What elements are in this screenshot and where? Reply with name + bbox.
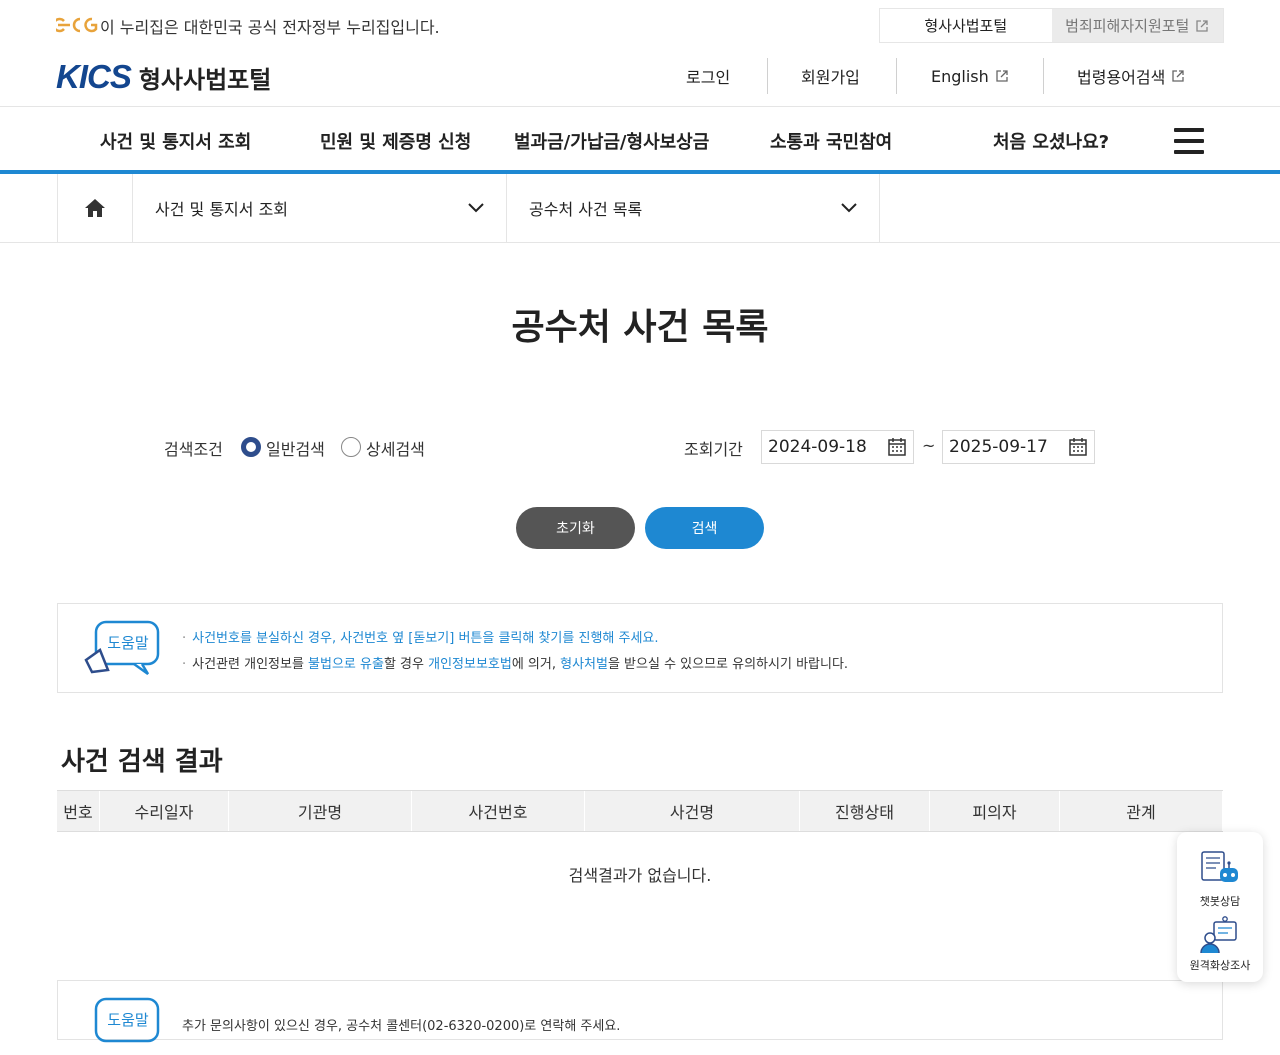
- results-title: 사건 검색 결과: [61, 747, 223, 777]
- help-box: 도움말 · 사건번호를 분실하신 경우, 사건번호 옆 [돋보기] 버튼을 클릭해…: [57, 603, 1223, 693]
- search-button[interactable]: 검색: [645, 507, 764, 549]
- help-badge-text: 도움말: [107, 634, 149, 652]
- gov-banner-text: 이 누리집은 대한민국 공식 전자정부 누리집입니다.: [100, 18, 440, 37]
- help-line-2-highlight: 형사처벌: [560, 657, 608, 672]
- external-link-icon: [1172, 70, 1184, 82]
- date-from-value: 2024-09-18: [768, 437, 867, 457]
- empty-results-message: 검색결과가 없습니다.: [568, 866, 712, 885]
- date-to-field[interactable]: 2025-09-17: [942, 430, 1095, 464]
- calendar-icon[interactable]: [887, 437, 907, 457]
- date-range-tilde: ~: [922, 436, 936, 455]
- results-table-header: 번호 수리일자 기관명 사건번호 사건명 진행상태 피의자 관계: [57, 790, 1223, 832]
- home-button[interactable]: [57, 174, 133, 242]
- external-link-icon: [1196, 19, 1208, 32]
- gnb-civil-petition[interactable]: 민원 및 제증명 신청: [320, 128, 471, 154]
- signup-link[interactable]: 회원가입: [801, 58, 860, 94]
- header-divider: [0, 106, 1280, 107]
- help-line-2-part: 사건관련 개인정보를: [192, 657, 309, 672]
- help-line-2-part: 할 경우: [383, 657, 429, 672]
- login-link[interactable]: 로그인: [686, 58, 730, 94]
- english-link[interactable]: English: [931, 58, 1009, 94]
- help-line-2: · 사건관련 개인정보를 불법으로 유출할 경우 개인정보보호법에 의거, 형사처…: [182, 657, 849, 672]
- floating-quick-menu: 챗봇상담 원격화상조사: [1177, 832, 1263, 982]
- english-label: English: [931, 66, 989, 86]
- page-title: 공수처 사건 목록: [511, 307, 769, 348]
- help-line-2-highlight: 개인정보보호법: [428, 657, 512, 672]
- glossary-label: 법령용어검색: [1077, 68, 1166, 87]
- login-label: 로그인: [686, 68, 731, 87]
- column-header: 번호: [57, 791, 100, 831]
- gnb-communication[interactable]: 소통과 국민참여: [770, 128, 892, 154]
- help-line-1: · 사건번호를 분실하신 경우, 사건번호 옆 [돋보기] 버튼을 클릭해 찾기를…: [182, 631, 659, 646]
- glossary-link[interactable]: 법령용어검색: [1077, 58, 1185, 94]
- remote-video-button[interactable]: 원격화상조사: [1177, 916, 1263, 973]
- site-name: 형사사법포털: [138, 65, 272, 94]
- util-divider: [1043, 58, 1044, 94]
- help-badge-text: 도움말: [107, 1011, 149, 1029]
- home-icon: [85, 199, 105, 217]
- calendar-icon[interactable]: [1068, 437, 1088, 457]
- video-investigation-icon: [1200, 916, 1237, 954]
- gov-banner: 이 누리집은 대한민국 공식 전자정부 누리집입니다. 형사사법포털 범죄피해자…: [0, 0, 1280, 50]
- portal-tabs: 형사사법포털 범죄피해자지원포털: [879, 8, 1224, 43]
- help-line-2-part: 에 의거,: [511, 657, 561, 672]
- breadcrumb-level2-select[interactable]: 공수처 사건 목록: [507, 174, 880, 242]
- gnb-case-inquiry[interactable]: 사건 및 통지서 조회: [100, 128, 251, 154]
- reset-button[interactable]: 초기화: [516, 507, 635, 549]
- portal-tab-victim[interactable]: 범죄피해자지원포털: [1051, 9, 1223, 42]
- help-line-3-text: 추가 문의사항이 있으신 경우, 공수처 콜센터(02-6320-0200)로 …: [182, 1019, 621, 1034]
- megaphone-help-icon: 도움말: [84, 620, 160, 676]
- period-label: 조회기간: [684, 440, 743, 459]
- date-to-value: 2025-09-17: [949, 437, 1048, 457]
- help-box-secondary: 도움말 추가 문의사항이 있으신 경우, 공수처 콜센터(02-6320-020…: [57, 980, 1223, 1043]
- signup-label: 회원가입: [801, 68, 860, 87]
- kics-logo: KICS: [56, 58, 132, 95]
- chevron-down-icon: [841, 203, 857, 213]
- remote-video-label: 원격화상조사: [1189, 959, 1251, 972]
- chatbot-icon: [1201, 851, 1238, 882]
- menu-icon[interactable]: [1174, 128, 1204, 154]
- portal-tab-label: 범죄피해자지원포털: [1065, 17, 1190, 35]
- breadcrumb-level1: 사건 및 통지서 조회: [155, 200, 289, 219]
- radio-general-label[interactable]: 일반검색: [266, 436, 325, 460]
- chatbot-button[interactable]: 챗봇상담: [1177, 850, 1263, 909]
- site-brand[interactable]: KICS 형사사법포털: [56, 58, 271, 96]
- chevron-down-icon: [468, 203, 484, 213]
- portal-tab-kics[interactable]: 형사사법포털: [880, 9, 1052, 42]
- external-link-icon: [996, 70, 1008, 82]
- help-line-3: 추가 문의사항이 있으신 경우, 공수처 콜센터(02-6320-0200)로 …: [182, 1015, 620, 1034]
- column-header: 피의자: [930, 791, 1060, 831]
- column-header: 진행상태: [800, 791, 930, 831]
- breadcrumb: 사건 및 통지서 조회 공수처 사건 목록: [0, 174, 1280, 243]
- portal-tab-label: 형사사법포털: [924, 17, 1008, 35]
- radio-detail-search[interactable]: [341, 437, 361, 457]
- megaphone-help-icon: 도움말: [94, 997, 160, 1043]
- radio-detail-label[interactable]: 상세검색: [366, 436, 425, 460]
- column-header: 기관명: [229, 791, 412, 831]
- help-line-2-highlight: 불법으로 유출: [308, 657, 384, 672]
- column-header: 사건번호: [412, 791, 585, 831]
- gnb-fines[interactable]: 벌과금/가납금/형사보상금: [514, 128, 709, 154]
- radio-general-search[interactable]: [241, 437, 261, 457]
- column-header: 사건명: [585, 791, 800, 831]
- gnb-first-visit[interactable]: 처음 오셨나요?: [993, 128, 1109, 154]
- column-header: 수리일자: [100, 791, 229, 831]
- chatbot-label: 챗봇상담: [1199, 895, 1241, 908]
- search-condition-label: 검색조건: [164, 440, 223, 459]
- gov-mark-icon: [56, 17, 98, 33]
- column-header: 관계: [1060, 791, 1223, 831]
- util-divider: [896, 58, 897, 94]
- date-from-field[interactable]: 2024-09-18: [761, 430, 914, 464]
- help-line-2-part: 을 받으실 수 있으므로 유의하시기 바랍니다.: [607, 657, 849, 672]
- breadcrumb-level1-select[interactable]: 사건 및 통지서 조회: [133, 174, 507, 242]
- help-line-1-text: 사건번호를 분실하신 경우, 사건번호 옆 [돋보기] 버튼을 클릭해 찾기를 …: [192, 631, 659, 646]
- breadcrumb-level2: 공수처 사건 목록: [529, 200, 643, 219]
- util-divider: [767, 58, 768, 94]
